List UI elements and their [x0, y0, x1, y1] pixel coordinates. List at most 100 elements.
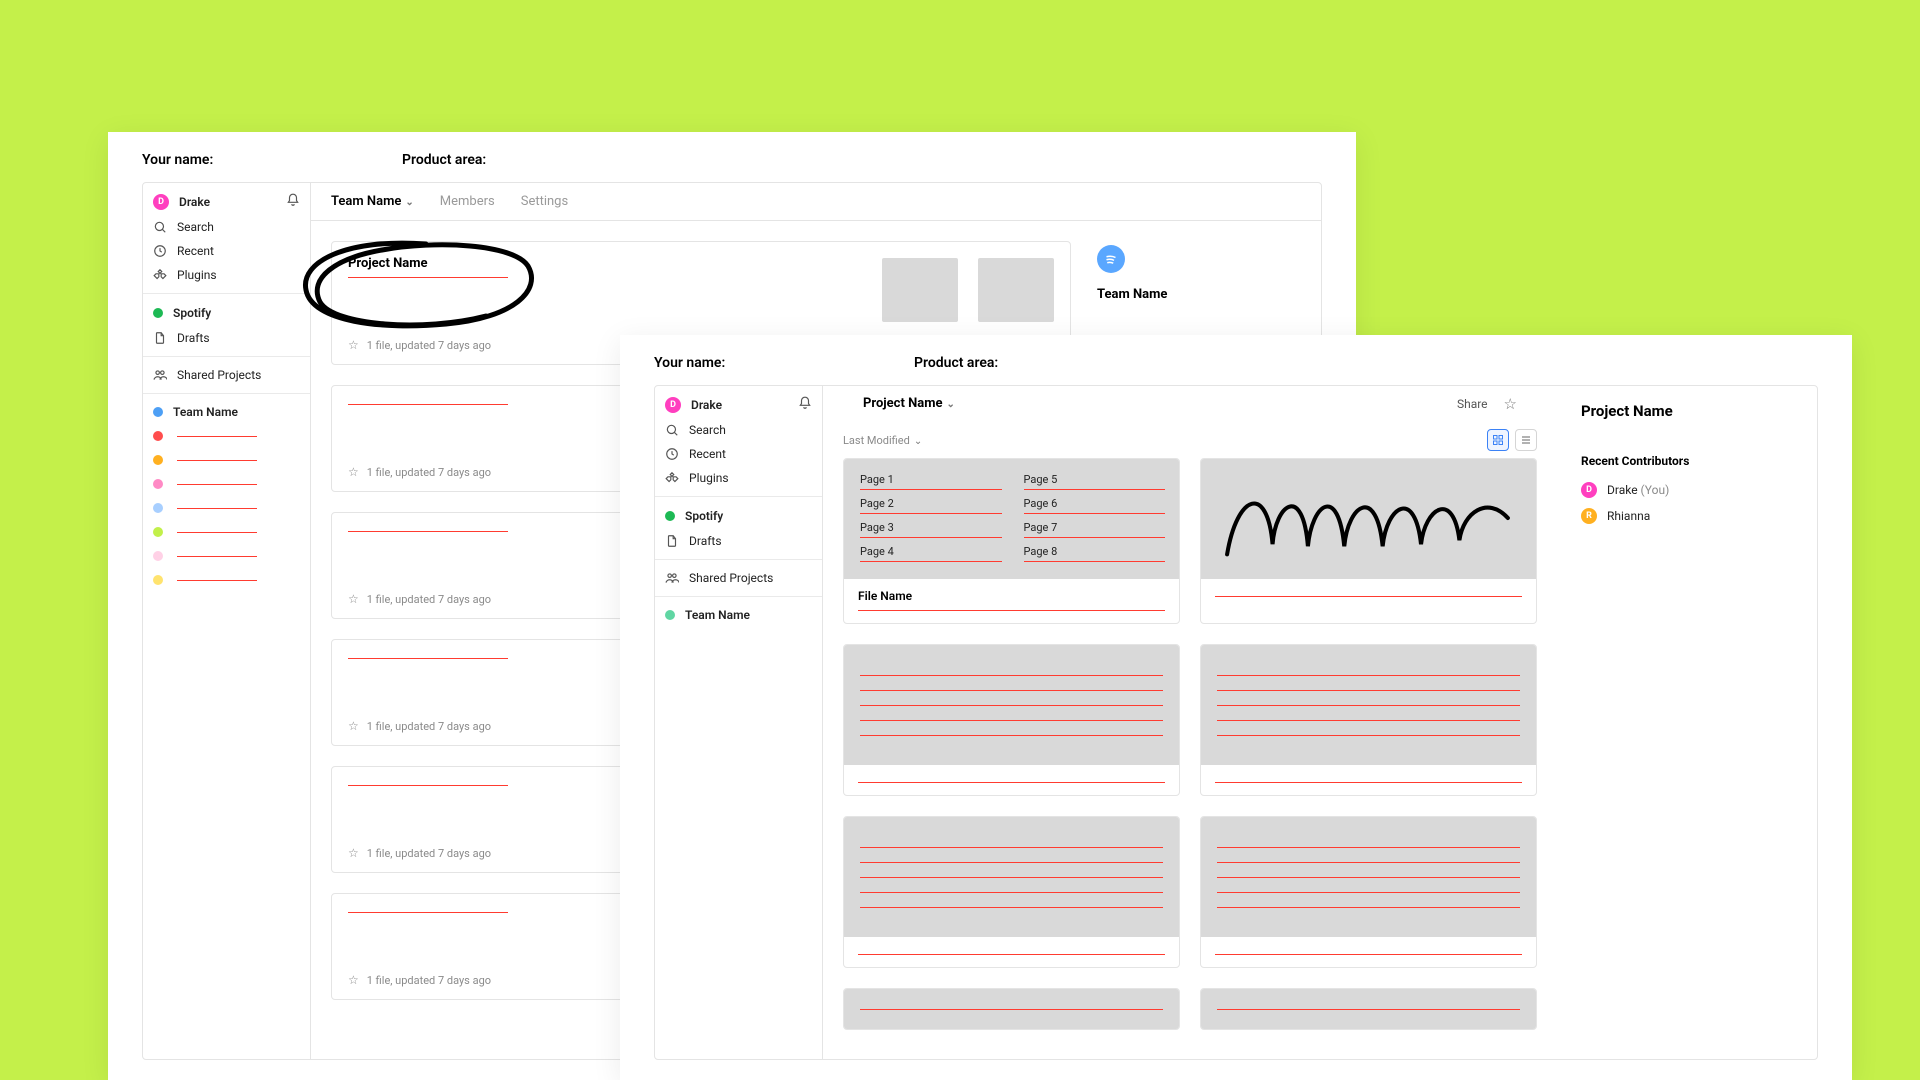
page-item: Page 7 — [1024, 521, 1164, 538]
project-name-heading: Project Name — [1581, 402, 1793, 420]
file-card[interactable] — [843, 644, 1180, 796]
sidebar-org[interactable]: Spotify — [655, 503, 822, 529]
contributor-row[interactable]: D Drake (You) — [1581, 482, 1793, 498]
page-item: Page 8 — [1024, 545, 1164, 562]
file-icon — [665, 534, 679, 548]
star-icon[interactable]: ☆ — [348, 719, 359, 733]
file-name: File Name — [858, 589, 1165, 603]
bell-icon[interactable] — [798, 396, 812, 414]
page-item: Page 1 — [860, 473, 1000, 490]
sidebar-user[interactable]: D Drake — [655, 392, 822, 418]
team-brand-icon — [1097, 245, 1125, 273]
sidebar-drafts[interactable]: Drafts — [143, 326, 310, 350]
star-icon[interactable]: ☆ — [348, 846, 359, 860]
sidebar: D Drake Search Recent Plugins Spotify Dr… — [655, 386, 823, 1059]
sidebar-project-6[interactable] — [143, 544, 310, 568]
page-item: Page 4 — [860, 545, 1000, 562]
tab-team[interactable]: Team Name⌄ — [331, 194, 414, 209]
sidebar-plugins[interactable]: Plugins — [143, 263, 310, 287]
star-icon[interactable]: ☆ — [348, 338, 359, 352]
your-name-label: Your name: — [654, 355, 764, 371]
user-avatar: D — [665, 397, 681, 413]
sidebar-shared[interactable]: Shared Projects — [143, 363, 310, 387]
sidebar-search[interactable]: Search — [655, 418, 822, 442]
sidebar: D Drake Search Recent Plugins Sp — [143, 183, 311, 1059]
user-avatar: D — [153, 194, 169, 210]
sidebar-project-2[interactable] — [143, 448, 310, 472]
team-tabs: Team Name⌄ Members Settings — [311, 183, 1321, 221]
scribble-annotation — [1217, 469, 1520, 569]
file-card[interactable] — [1200, 458, 1537, 624]
breadcrumb[interactable]: Project Name⌄ — [863, 396, 955, 411]
share-button[interactable]: Share — [1457, 397, 1488, 411]
search-icon — [153, 220, 167, 234]
chevron-down-icon: ⌄ — [405, 197, 413, 208]
tab-members[interactable]: Members — [440, 194, 495, 209]
contributor-avatar: D — [1581, 482, 1597, 498]
file-card[interactable]: Page 1 Page 2 Page 3 Page 4 Page 5 Page … — [843, 458, 1180, 624]
plugin-icon — [153, 268, 167, 282]
sidebar-user[interactable]: D Drake — [143, 189, 310, 215]
file-card[interactable] — [843, 816, 1180, 968]
sidebar-recent[interactable]: Recent — [143, 239, 310, 263]
tab-settings[interactable]: Settings — [521, 194, 568, 209]
file-cover: Page 1 Page 2 Page 3 Page 4 Page 5 Page … — [844, 459, 1179, 579]
plugin-icon — [665, 471, 679, 485]
page-item: Page 5 — [1024, 473, 1164, 490]
people-icon — [153, 368, 167, 382]
your-name-label: Your name: — [142, 152, 252, 168]
search-icon — [665, 423, 679, 437]
page-item: Page 3 — [860, 521, 1000, 538]
page-item: Page 2 — [860, 497, 1000, 514]
list-view-toggle[interactable] — [1515, 429, 1537, 451]
sidebar-project-1[interactable] — [143, 424, 310, 448]
file-card[interactable] — [1200, 644, 1537, 796]
product-area-label: Product area: — [914, 355, 998, 371]
grid-view-toggle[interactable] — [1487, 429, 1509, 451]
sidebar-org[interactable]: Spotify — [143, 300, 310, 326]
spotify-icon — [153, 308, 163, 318]
sidebar-drafts[interactable]: Drafts — [655, 529, 822, 553]
chevron-down-icon: ⌄ — [947, 399, 955, 410]
project-content: Project Name⌄ Share ☆ Last Modified⌄ — [823, 386, 1817, 1059]
sidebar-shared[interactable]: Shared Projects — [655, 566, 822, 590]
contributor-row[interactable]: R Rhianna — [1581, 508, 1793, 524]
file-thumbnail — [882, 258, 958, 322]
team-dot-icon — [153, 407, 163, 417]
star-icon[interactable]: ☆ — [348, 465, 359, 479]
project-title: Project Name — [348, 256, 862, 271]
product-area-label: Product area: — [402, 152, 486, 168]
clock-icon — [665, 447, 679, 461]
sidebar-plugins[interactable]: Plugins — [655, 466, 822, 490]
clock-icon — [153, 244, 167, 258]
project-meta-panel: Project Name Recent Contributors D Drake… — [1557, 386, 1817, 1059]
file-card[interactable] — [1200, 988, 1537, 1030]
file-card[interactable] — [1200, 816, 1537, 968]
contributor-avatar: R — [1581, 508, 1597, 524]
star-icon[interactable]: ☆ — [348, 592, 359, 606]
file-icon — [153, 331, 167, 345]
sidebar-project-7[interactable] — [143, 568, 310, 592]
sort-dropdown[interactable]: Last Modified⌄ — [843, 434, 922, 447]
sidebar-project-4[interactable] — [143, 496, 310, 520]
file-card[interactable] — [843, 988, 1180, 1030]
page-item: Page 6 — [1024, 497, 1164, 514]
star-icon[interactable]: ☆ — [348, 973, 359, 987]
sidebar-project-5[interactable] — [143, 520, 310, 544]
file-thumbnail — [978, 258, 1054, 322]
people-icon — [665, 571, 679, 585]
sidebar-search[interactable]: Search — [143, 215, 310, 239]
sidebar-team[interactable]: Team Name — [655, 603, 822, 627]
chevron-down-icon: ⌄ — [914, 436, 922, 447]
sidebar-project-3[interactable] — [143, 472, 310, 496]
team-dot-icon — [665, 610, 675, 620]
sidebar-team[interactable]: Team Name — [143, 400, 310, 424]
team-info-name: Team Name — [1097, 287, 1301, 302]
sidebar-recent[interactable]: Recent — [655, 442, 822, 466]
contributors-heading: Recent Contributors — [1581, 454, 1793, 468]
spotify-icon — [665, 511, 675, 521]
favorite-star-icon[interactable]: ☆ — [1504, 395, 1517, 413]
bell-icon[interactable] — [286, 193, 300, 211]
project-view-panel: Your name: Product area: D Drake Search … — [620, 335, 1852, 1080]
file-cover — [1201, 459, 1536, 579]
